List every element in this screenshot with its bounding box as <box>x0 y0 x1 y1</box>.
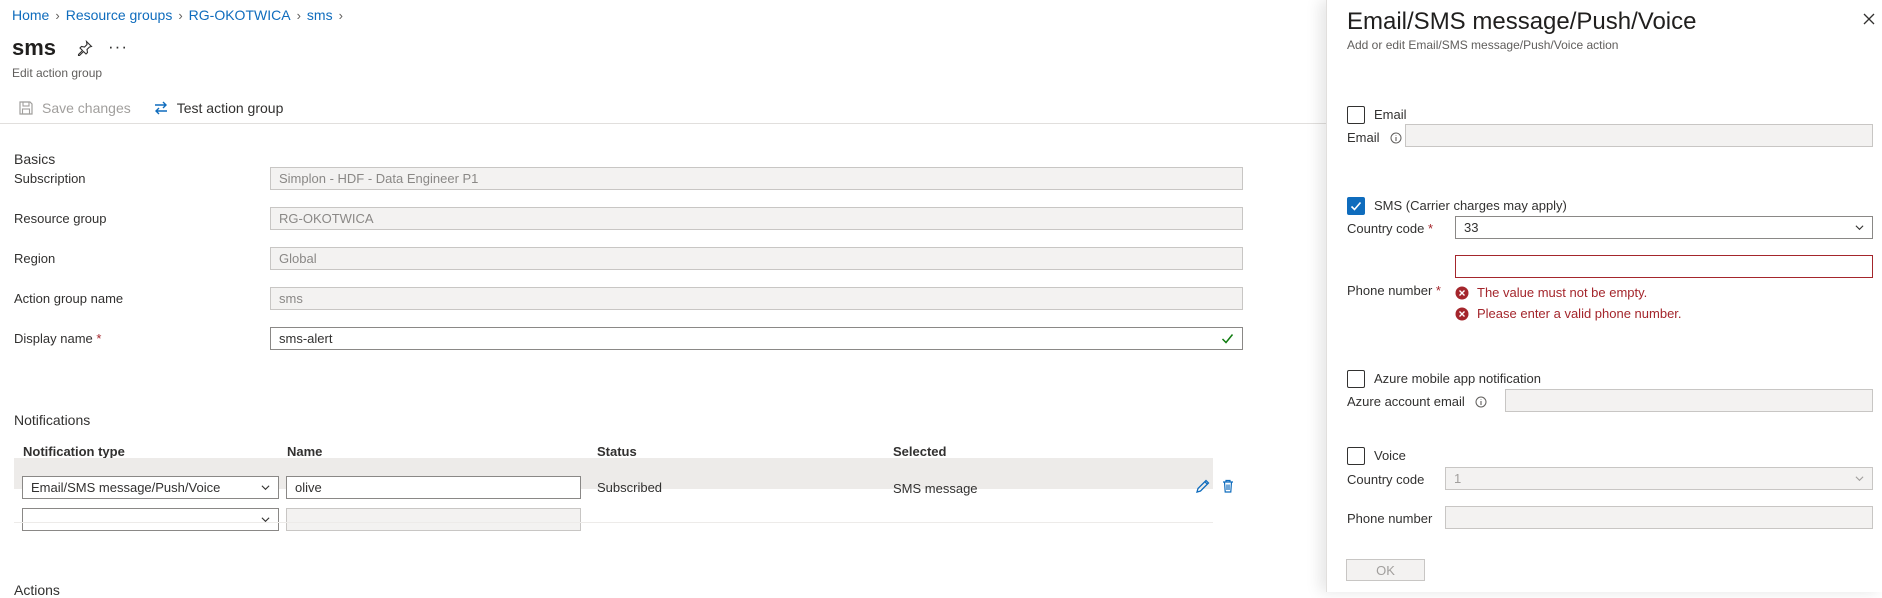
sms-country-code-select[interactable]: 33 <box>1455 216 1873 239</box>
region-field: Global <box>270 247 1243 270</box>
chevron-right-icon: › <box>338 7 343 23</box>
page-title: sms <box>12 35 57 60</box>
notification-type-select[interactable]: Email/SMS message/Push/Voice <box>22 476 279 499</box>
email-input <box>1405 124 1873 147</box>
email-label: Email <box>1347 130 1402 145</box>
action-group-name-label: Action group name <box>14 291 124 306</box>
pin-icon[interactable] <box>77 39 93 60</box>
breadcrumb-action-group[interactable]: sms <box>307 7 333 23</box>
chevron-right-icon: › <box>296 7 301 23</box>
voice-checkbox-label: Voice <box>1374 448 1406 463</box>
region-label: Region <box>14 251 56 266</box>
notification-type-select-empty[interactable] <box>22 508 279 531</box>
chevron-down-icon <box>1855 476 1864 482</box>
command-bar: Save changes Test action group <box>18 100 283 116</box>
subscription-field: Simplon - HDF - Data Engineer P1 <box>270 167 1243 190</box>
display-name-value: sms-alert <box>279 331 333 346</box>
notification-status: Subscribed <box>597 480 663 495</box>
swap-arrows-icon <box>154 101 167 115</box>
validation-error: Please enter a valid phone number. <box>1455 306 1682 321</box>
toolbar-divider <box>0 123 1326 124</box>
column-header-name: Name <box>287 444 323 459</box>
test-action-group-label: Test action group <box>176 100 284 116</box>
test-action-group-button[interactable]: Test action group <box>153 100 284 116</box>
notifications-heading: Notifications <box>14 412 91 428</box>
voice-country-code-select: 1 <box>1445 467 1873 490</box>
validation-error: The value must not be empty. <box>1455 285 1647 300</box>
voice-country-code-label: Country code <box>1347 472 1425 487</box>
close-icon[interactable] <box>1862 12 1876 29</box>
page-subtitle: Edit action group <box>12 66 103 80</box>
azure-app-checkbox[interactable] <box>1347 370 1365 388</box>
sms-checkbox[interactable] <box>1347 197 1365 215</box>
breadcrumb-home[interactable]: Home <box>12 7 49 23</box>
more-options-icon[interactable]: ··· <box>108 37 128 57</box>
display-name-label: Display name * <box>14 331 101 346</box>
info-icon[interactable] <box>1390 132 1402 144</box>
checkmark-icon <box>1350 201 1362 211</box>
save-changes-label: Save changes <box>42 100 131 116</box>
resource-group-field: RG-OKOTWICA <box>270 207 1243 230</box>
sms-country-code-label-text: Country code <box>1347 221 1425 236</box>
voice-country-code-value: 1 <box>1454 471 1462 486</box>
chevron-down-icon <box>1855 225 1864 231</box>
email-checkbox-label: Email <box>1374 107 1407 122</box>
notification-type-value: Email/SMS message/Push/Voice <box>31 480 221 495</box>
breadcrumb: Home › Resource groups › RG-OKOTWICA › s… <box>12 7 343 23</box>
save-icon <box>19 101 33 115</box>
table-divider <box>14 522 1213 523</box>
action-group-name-field: sms <box>270 287 1243 310</box>
chevron-right-icon: › <box>178 7 183 23</box>
sms-phone-number-label-text: Phone number <box>1347 283 1433 298</box>
notification-name-input[interactable]: olive <box>286 476 581 499</box>
display-name-input[interactable]: sms-alert <box>270 327 1243 350</box>
edit-icon[interactable] <box>1195 478 1211 497</box>
voice-checkbox[interactable] <box>1347 447 1365 465</box>
delete-icon[interactable] <box>1220 478 1236 497</box>
subscription-label: Subscription <box>14 171 86 186</box>
breadcrumb-resource-groups[interactable]: Resource groups <box>66 7 173 23</box>
azure-account-email-label: Azure account email <box>1347 394 1487 409</box>
checkmark-icon <box>1221 334 1234 344</box>
error-text: The value must not be empty. <box>1477 285 1648 300</box>
actions-heading: Actions <box>14 582 60 598</box>
error-icon <box>1455 307 1469 320</box>
azure-app-checkbox-label: Azure mobile app notification <box>1374 371 1541 386</box>
basics-heading: Basics <box>14 151 56 167</box>
sms-checkbox-label: SMS (Carrier charges may apply) <box>1374 198 1567 213</box>
column-header-selected: Selected <box>893 444 947 459</box>
notification-name-input-empty <box>286 508 581 531</box>
email-label-text: Email <box>1347 130 1380 145</box>
resource-group-label: Resource group <box>14 211 107 226</box>
ok-button[interactable]: OK <box>1346 559 1425 581</box>
sms-country-code-value: 33 <box>1464 220 1479 235</box>
required-marker: * <box>96 331 102 346</box>
error-text: Please enter a valid phone number. <box>1477 306 1682 321</box>
voice-phone-number-label: Phone number <box>1347 511 1433 526</box>
error-icon <box>1455 286 1469 299</box>
panel-subtitle: Add or edit Email/SMS message/Push/Voice… <box>1347 38 1619 52</box>
column-header-status: Status <box>597 444 637 459</box>
save-changes-button[interactable]: Save changes <box>18 100 131 116</box>
breadcrumb-resource-group[interactable]: RG-OKOTWICA <box>189 7 291 23</box>
column-header-notification-type: Notification type <box>23 444 125 459</box>
info-icon[interactable] <box>1475 396 1487 408</box>
chevron-right-icon: › <box>55 7 60 23</box>
azure-account-email-input <box>1505 389 1873 412</box>
voice-phone-number-input <box>1445 506 1873 529</box>
sms-phone-number-input[interactable] <box>1455 255 1873 278</box>
required-marker: * <box>1427 221 1434 236</box>
required-marker: * <box>1435 283 1441 298</box>
sms-country-code-label: Country code * <box>1347 221 1433 236</box>
display-name-label-text: Display name <box>14 331 93 346</box>
sms-phone-number-label: Phone number * <box>1347 283 1441 298</box>
azure-account-email-label-text: Azure account email <box>1347 394 1465 409</box>
panel-title: Email/SMS message/Push/Voice <box>1347 8 1697 35</box>
email-checkbox[interactable] <box>1347 106 1365 124</box>
chevron-down-icon <box>261 485 270 491</box>
notification-selected: SMS message <box>893 481 978 496</box>
